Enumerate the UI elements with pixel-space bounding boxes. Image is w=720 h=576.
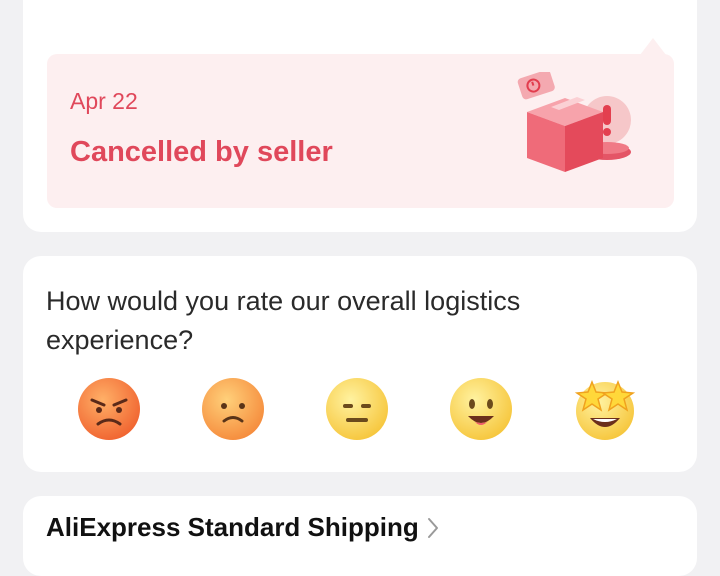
angry-face-icon[interactable] xyxy=(76,376,142,442)
shipping-method-card: AliExpress Standard Shipping xyxy=(23,496,697,576)
rating-options xyxy=(23,376,697,446)
happy-face-icon[interactable] xyxy=(448,376,514,442)
status-date: Apr 22 xyxy=(70,88,138,114)
banner-notch xyxy=(640,38,666,55)
star-struck-face-icon[interactable] xyxy=(572,376,638,442)
logistics-rating-card: How would you rate our overall logistics… xyxy=(23,256,697,472)
order-status-card: Apr 22 Cancelled by seller xyxy=(23,0,697,232)
shipping-method-link[interactable]: AliExpress Standard Shipping xyxy=(46,512,439,543)
shipping-method-label: AliExpress Standard Shipping xyxy=(46,512,419,542)
rating-question: How would you rate our overall logistics… xyxy=(46,286,521,355)
cancelled-package-icon xyxy=(517,72,631,172)
status-banner: Apr 22 Cancelled by seller xyxy=(47,38,674,208)
neutral-face-icon[interactable] xyxy=(324,376,390,442)
status-text: Cancelled by seller xyxy=(70,136,333,168)
chevron-right-icon xyxy=(427,517,438,538)
sad-face-icon[interactable] xyxy=(200,376,266,442)
